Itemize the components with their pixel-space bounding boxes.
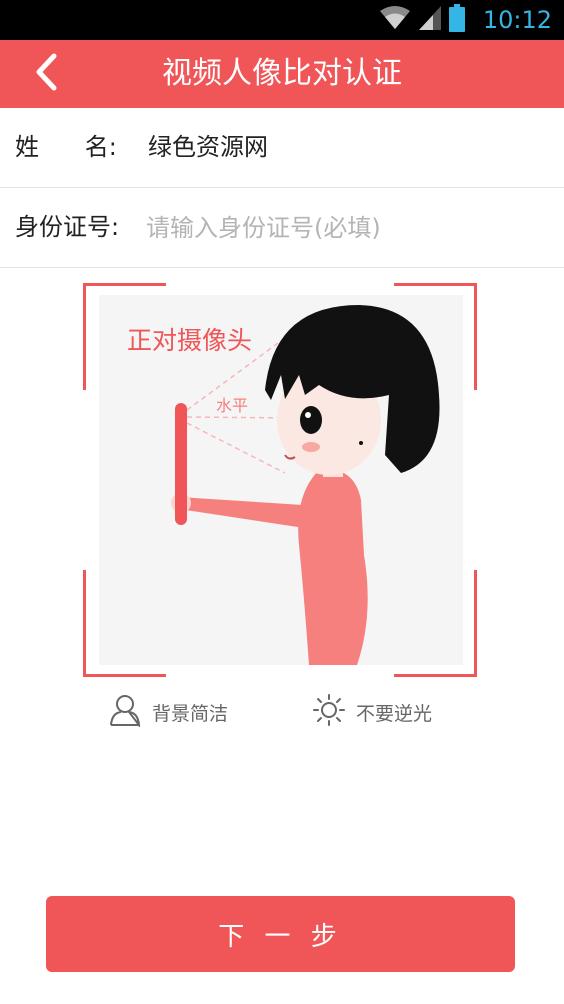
signal-icon — [418, 6, 441, 34]
name-row: 姓 名: 绿色资源网 — [0, 108, 564, 188]
frame-corner-top-right — [394, 283, 477, 390]
camera-guide-frame: 正对摄像头 水平 — [83, 283, 477, 677]
next-step-button[interactable]: 下 一 步 — [46, 896, 515, 972]
status-icons: 10:12 — [379, 0, 552, 40]
frame-corner-top-left — [83, 283, 166, 390]
tip-label: 背景简洁 — [152, 702, 229, 725]
frame-corner-bottom-left — [83, 570, 166, 677]
id-number-input[interactable] — [146, 206, 546, 250]
battery-icon — [448, 4, 465, 36]
status-bar: 10:12 — [0, 0, 564, 40]
frame-corner-bottom-right — [394, 570, 477, 677]
tip-label: 不要逆光 — [356, 702, 433, 725]
wifi-icon — [379, 5, 411, 35]
screen: 10:12 视频人像比对认证 姓 名: 绿色资源网 身份证号: 请输入身份证号(… — [0, 0, 564, 1004]
chevron-left-icon — [32, 52, 60, 96]
tip-simple-background: 背景简洁 — [108, 692, 228, 732]
id-row: 身份证号: — [0, 188, 564, 268]
level-label: 水平 — [216, 396, 249, 415]
page-title: 视频人像比对认证 — [162, 56, 402, 91]
tip-no-backlight: 不要逆光 — [312, 692, 432, 732]
back-button[interactable] — [22, 52, 70, 96]
name-label: 姓 名: — [15, 133, 117, 161]
person-outline-icon — [108, 693, 142, 731]
sun-icon — [312, 693, 346, 731]
app-bar: 视频人像比对认证 — [0, 40, 564, 108]
name-value: 绿色资源网 — [148, 133, 268, 161]
status-time: 10:12 — [482, 6, 552, 34]
id-label: 身份证号: — [15, 213, 120, 241]
